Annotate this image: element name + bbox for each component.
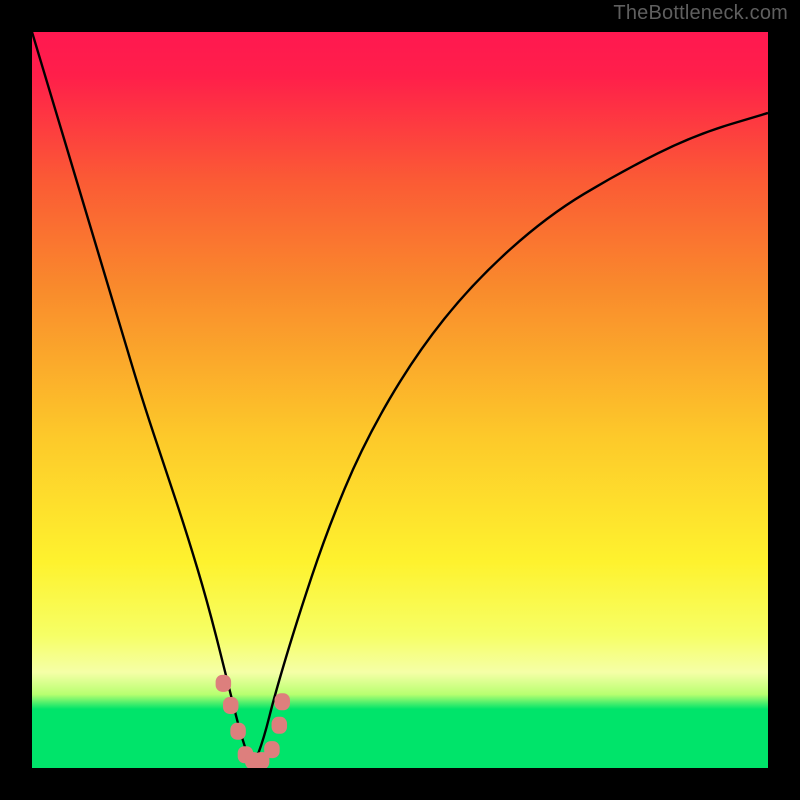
marker-point (274, 693, 290, 710)
marker-point (216, 675, 232, 692)
plot-svg (32, 32, 768, 768)
marker-point (264, 741, 280, 758)
chart-frame: TheBottleneck.com (0, 0, 800, 800)
watermark-text: TheBottleneck.com (613, 2, 788, 25)
plot-area (32, 32, 768, 768)
marker-point (230, 723, 246, 740)
marker-point (272, 717, 288, 734)
marker-point (223, 697, 239, 714)
